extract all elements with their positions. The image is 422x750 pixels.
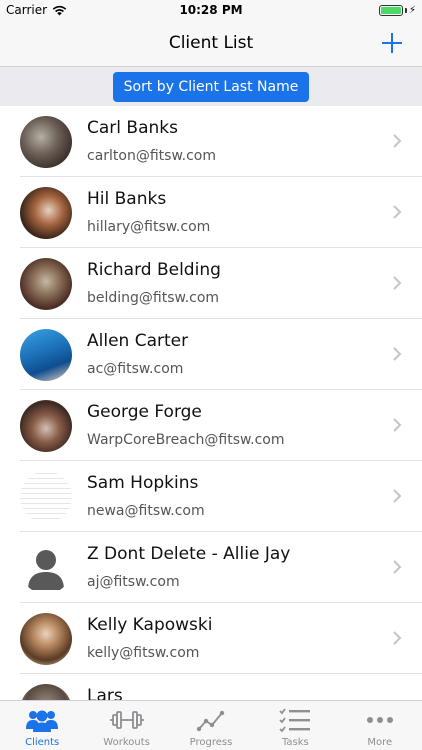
- sort-by-last-name-button[interactable]: Sort by Client Last Name: [113, 72, 309, 102]
- client-name: Kelly Kapowski: [87, 615, 213, 635]
- add-client-button[interactable]: [380, 28, 404, 58]
- client-name: Sam Hopkins: [87, 473, 199, 493]
- client-name: Z Dont Delete - Allie Jay: [87, 544, 291, 564]
- dumbbell-icon: [109, 711, 144, 729]
- status-right: ⚡: [378, 5, 416, 16]
- tasks-list-icon: [279, 708, 311, 733]
- tab-progress[interactable]: Progress: [169, 701, 253, 750]
- chevron-right-icon: [393, 418, 402, 432]
- chevron-right-icon: [393, 347, 402, 361]
- tab-tasks[interactable]: Tasks: [253, 701, 337, 750]
- client-email: hillary@fitsw.com: [87, 219, 211, 235]
- tab-label: Clients: [25, 737, 60, 748]
- battery-icon: [378, 5, 403, 16]
- navigation-bar: Client List: [0, 22, 422, 66]
- client-row[interactable]: Lars: [0, 674, 422, 700]
- tab-workouts[interactable]: Workouts: [84, 701, 168, 750]
- client-avatar: [20, 329, 72, 381]
- tab-more[interactable]: More: [338, 701, 422, 750]
- client-name: Carl Banks: [87, 118, 178, 138]
- progress-chart-icon: [196, 710, 225, 732]
- chevron-right-icon: [393, 489, 402, 503]
- client-row[interactable]: George Forge WarpCoreBreach@fitsw.com: [0, 390, 422, 461]
- client-name: Allen Carter: [87, 331, 189, 351]
- client-avatar: [20, 613, 72, 665]
- client-email: WarpCoreBreach@fitsw.com: [87, 432, 285, 448]
- client-email: aj@fitsw.com: [87, 574, 180, 590]
- client-name: Richard Belding: [87, 260, 221, 280]
- client-avatar: [20, 116, 72, 168]
- status-time: 10:28 PM: [179, 3, 243, 17]
- client-row[interactable]: Kelly Kapowski kelly@fitsw.com: [0, 603, 422, 674]
- client-row[interactable]: Allen Carter ac@fitsw.com: [0, 319, 422, 390]
- client-list[interactable]: Carl Banks carlton@fitsw.com Hil Banks h…: [0, 106, 422, 700]
- client-row[interactable]: Z Dont Delete - Allie Jay aj@fitsw.com: [0, 532, 422, 603]
- client-email: belding@fitsw.com: [87, 290, 220, 306]
- tab-bar: Clients Workouts Progress Tasks More: [0, 700, 422, 750]
- page-title: Client List: [168, 33, 254, 53]
- default-person-icon: [28, 550, 64, 590]
- chevron-right-icon: [393, 205, 402, 219]
- tab-label: Progress: [189, 737, 233, 748]
- status-bar: Carrier 10:28 PM ⚡: [0, 0, 422, 22]
- chevron-right-icon: [393, 631, 402, 645]
- client-name: Lars: [87, 686, 123, 700]
- client-email: kelly@fitsw.com: [87, 645, 200, 661]
- client-avatar: [20, 471, 72, 523]
- client-email: newa@fitsw.com: [87, 503, 205, 519]
- client-name: Hil Banks: [87, 189, 167, 209]
- battery-tip: [404, 8, 407, 13]
- sort-bar: Sort by Client Last Name: [0, 66, 422, 106]
- client-avatar: [20, 258, 72, 310]
- tab-clients[interactable]: Clients: [0, 701, 84, 750]
- client-row[interactable]: Richard Belding belding@fitsw.com: [0, 248, 422, 319]
- client-avatar: [20, 542, 72, 594]
- client-avatar: [20, 400, 72, 452]
- chevron-right-icon: [393, 560, 402, 574]
- tab-label: Workouts: [103, 737, 150, 748]
- client-row[interactable]: Hil Banks hillary@fitsw.com: [0, 177, 422, 248]
- chevron-right-icon: [393, 134, 402, 148]
- clients-icon: [26, 710, 59, 732]
- client-avatar: [20, 684, 72, 700]
- client-row[interactable]: Sam Hopkins newa@fitsw.com: [0, 461, 422, 532]
- more-dots-icon: [366, 717, 393, 723]
- tab-label: Tasks: [281, 737, 309, 748]
- chevron-right-icon: [393, 276, 402, 290]
- client-row[interactable]: Carl Banks carlton@fitsw.com: [0, 106, 422, 177]
- tab-label: More: [367, 737, 393, 748]
- client-email: ac@fitsw.com: [87, 361, 184, 377]
- charging-bolt-icon: ⚡: [408, 5, 416, 16]
- client-name: George Forge: [87, 402, 202, 422]
- client-avatar: [20, 187, 72, 239]
- plus-icon-vertical: [391, 33, 393, 53]
- client-email: carlton@fitsw.com: [87, 148, 216, 164]
